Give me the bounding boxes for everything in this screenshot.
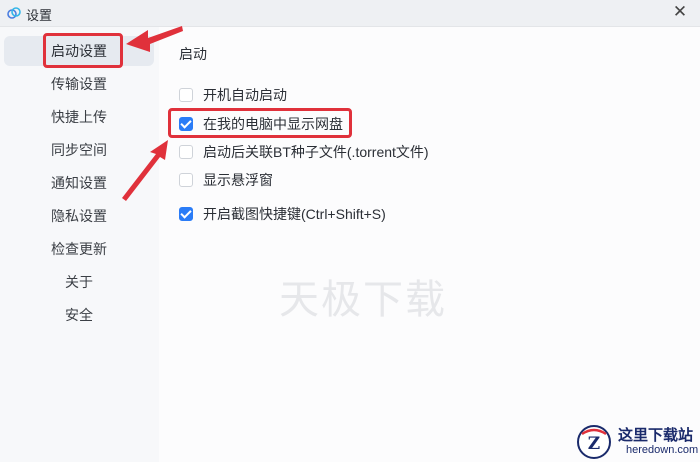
arrow-to-option-icon	[122, 140, 168, 201]
annotation-arrows	[122, 26, 183, 201]
logo-circle-icon: Z	[577, 425, 611, 459]
logo-title: 这里下载站	[618, 426, 694, 444]
logo-letter: Z	[588, 434, 600, 454]
logo-subtitle: heredown.com	[626, 444, 699, 456]
site-logo: Z 这里下载站 heredown.com	[568, 422, 700, 462]
arrow-to-sidebar-icon	[126, 26, 183, 52]
